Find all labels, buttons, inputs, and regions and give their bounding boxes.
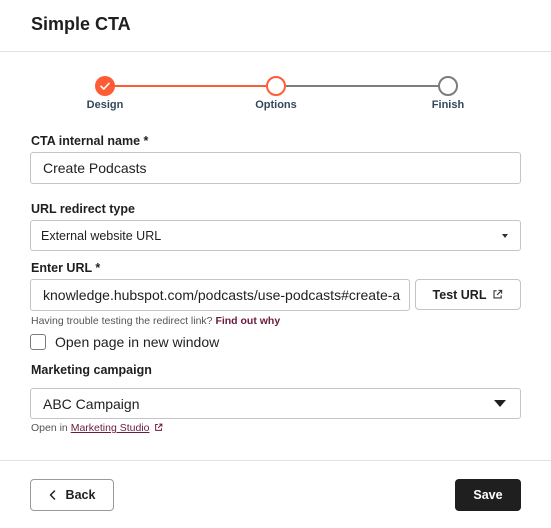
redirect-type-value: External website URL: [41, 228, 162, 243]
campaign-select[interactable]: ABC Campaign: [30, 388, 521, 419]
internal-name-value: Create Podcasts: [43, 160, 147, 176]
marketing-studio-link[interactable]: Marketing Studio: [71, 422, 150, 434]
step-finish-label: Finish: [431, 99, 465, 111]
redirect-type-select[interactable]: External website URL: [30, 220, 521, 251]
campaign-value: ABC Campaign: [43, 395, 140, 412]
url-input[interactable]: knowledge.hubspot.com/podcasts/use-podca…: [30, 279, 410, 311]
save-button-label: Save: [473, 488, 503, 502]
stepper-line-completed: [114, 85, 266, 87]
redirect-type-label: URL redirect type: [31, 202, 135, 216]
redirect-hint-text: Having trouble testing the redirect link…: [31, 315, 213, 327]
step-finish-indicator[interactable]: [438, 76, 458, 96]
chevron-left-icon: [49, 490, 55, 500]
internal-name-input[interactable]: Create Podcasts: [30, 152, 521, 184]
new-window-label[interactable]: Open page in new window: [55, 334, 219, 350]
find-out-why-link[interactable]: Find out why: [215, 315, 280, 327]
back-button[interactable]: Back: [30, 479, 114, 511]
internal-name-label: CTA internal name *: [31, 134, 149, 148]
step-design-indicator[interactable]: [95, 76, 115, 96]
new-window-option[interactable]: Open page in new window: [30, 334, 219, 350]
dialog-title: Simple CTA: [31, 14, 131, 34]
test-url-button[interactable]: Test URL: [415, 279, 521, 310]
studio-hint-prefix: Open in: [31, 422, 68, 434]
progress-stepper: Design Options Finish: [0, 70, 551, 120]
studio-hint: Open in Marketing Studio: [31, 422, 163, 434]
back-button-label: Back: [65, 488, 96, 502]
campaign-label: Marketing campaign: [31, 363, 152, 377]
cta-dialog: Simple CTA Design Options Finish CTA int…: [0, 0, 551, 528]
url-value: knowledge.hubspot.com/podcasts/use-podca…: [43, 287, 401, 303]
step-options-indicator[interactable]: [266, 76, 286, 96]
enter-url-label: Enter URL *: [31, 261, 101, 275]
test-url-label: Test URL: [432, 287, 487, 302]
stepper-line-upcoming: [286, 85, 438, 87]
external-link-icon: [493, 289, 503, 299]
new-window-checkbox[interactable]: [30, 334, 46, 350]
external-link-icon: [155, 423, 163, 431]
save-button[interactable]: Save: [455, 479, 521, 511]
step-design-label: Design: [86, 99, 124, 111]
chevron-down-icon: [502, 233, 508, 238]
redirect-hint: Having trouble testing the redirect link…: [31, 315, 280, 327]
dialog-header: Simple CTA: [0, 0, 551, 52]
checkmark-icon: [100, 82, 110, 90]
step-options-label: Options: [255, 99, 297, 111]
chevron-down-icon: [494, 400, 506, 407]
